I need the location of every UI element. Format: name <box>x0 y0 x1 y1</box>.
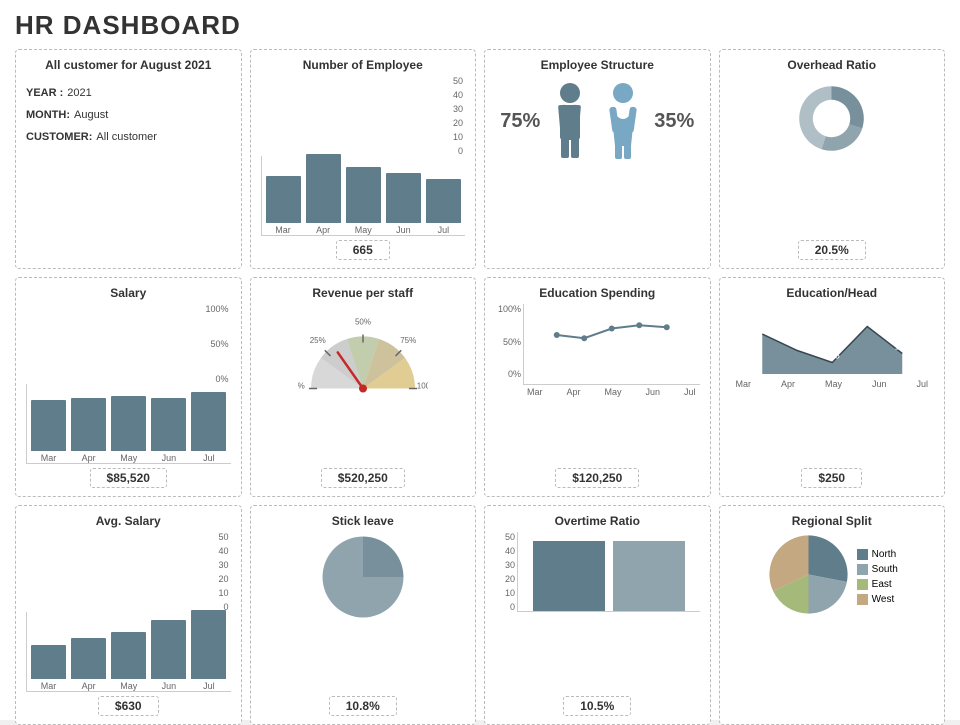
card-title-revenue-per-staff: Revenue per staff <box>312 286 413 300</box>
card-title-overhead-ratio: Overhead Ratio <box>787 58 876 72</box>
employee-structure-visual: 75% 35% <box>495 76 700 166</box>
card-title-education-spending: Education Spending <box>539 286 655 300</box>
card-title-avg-salary: Avg. Salary <box>96 514 161 528</box>
card-value-avg-salary: $630 <box>98 696 159 716</box>
card-stick-leave: Stick leave 10.8% <box>250 505 477 725</box>
card-value-stick-leave: 10.8% <box>329 696 397 716</box>
card-salary: Salary 100%50%0%MarAprMayJunJul $85,520 <box>15 277 242 497</box>
card-title-salary: Salary <box>110 286 146 300</box>
svg-text:75%: 75% <box>400 336 416 345</box>
regional-pie <box>766 532 851 622</box>
card-value-revenue-per-staff: $520,250 <box>321 468 405 488</box>
line-chart: 100%50%0%MarAprMayJunJul <box>495 304 700 397</box>
card-education-head: Education/Head250195155275185MarAprMayJu… <box>719 277 946 497</box>
card-title-employee-structure: Employee Structure <box>541 58 654 72</box>
card-value-salary: $85,520 <box>90 468 167 488</box>
male-pct: 75% <box>500 110 540 133</box>
legend-item: West <box>857 594 898 605</box>
svg-text:25%: 25% <box>309 336 325 345</box>
card-value-overhead-ratio: 20.5% <box>798 240 866 260</box>
card-num-employee: Number of Employee 50403020100MarAprMayJu… <box>250 49 477 269</box>
card-value-education-head: $250 <box>801 468 862 488</box>
card-value-overtime-ratio: 10.5% <box>563 696 631 716</box>
legend-item: East <box>857 579 898 590</box>
donut-chart <box>789 76 874 161</box>
card-title-stick-leave: Stick leave <box>332 514 394 528</box>
bar-chart: 50403020100MarAprMayJunJul <box>261 76 466 236</box>
svg-text:0%: 0% <box>298 382 305 391</box>
pie-legend-container: North South East West <box>730 532 935 622</box>
area-chart: 250195155275185MarAprMayJunJul <box>730 304 935 389</box>
card-title-num-employee: Number of Employee <box>303 58 423 72</box>
svg-text:100%: 100% <box>417 382 428 391</box>
legend-item: South <box>857 564 898 575</box>
card-all-customer: All customer for August 2021 YEAR :2021 … <box>15 49 242 269</box>
card-avg-salary: Avg. Salary 50403020100MarAprMayJunJul $63… <box>15 505 242 725</box>
overtime-chart: 50403020100 <box>495 532 700 612</box>
card-title-overtime-ratio: Overtime Ratio <box>555 514 640 528</box>
card-title-all-customer: All customer for August 2021 <box>45 58 211 72</box>
svg-text:250: 250 <box>754 322 769 332</box>
svg-text:155: 155 <box>824 351 839 361</box>
pie-chart <box>261 532 466 622</box>
card-overhead-ratio: Overhead Ratio 20.5% <box>719 49 946 269</box>
card-value-num-employee: 665 <box>336 240 390 260</box>
pie-legend: North South East West <box>857 549 898 605</box>
card-title-education-head: Education/Head <box>786 286 877 300</box>
dashboard: HR DASHBOARD All customer for August 202… <box>0 0 960 720</box>
card-employee-structure: Employee Structure 75% 35% <box>484 49 711 269</box>
card-regional-split: Regional Split North South East West <box>719 505 946 725</box>
female-pct: 35% <box>654 110 694 133</box>
svg-text:195: 195 <box>789 339 804 349</box>
card-value-education-spending: $120,250 <box>555 468 639 488</box>
svg-text:275: 275 <box>859 315 874 325</box>
bar-chart: 100%50%0%MarAprMayJunJul <box>26 304 231 464</box>
svg-text:50%: 50% <box>355 318 371 327</box>
bar-chart: 50403020100MarAprMayJunJul <box>26 532 231 692</box>
card-education-spending: Education Spending 100%50%0%MarAprMayJunJ… <box>484 277 711 497</box>
dashboard-grid: All customer for August 2021 YEAR :2021 … <box>15 49 945 725</box>
card-overtime-ratio: Overtime Ratio 50403020100 10.5% <box>484 505 711 725</box>
card-revenue-per-staff: Revenue per staff 0% 25% 50% 75% 100% $520,250 <box>250 277 477 497</box>
svg-text:185: 185 <box>894 342 909 352</box>
gauge-chart: 0% 25% 50% 75% 100% <box>261 304 466 402</box>
legend-item: North <box>857 549 898 560</box>
page-title: HR DASHBOARD <box>15 10 945 41</box>
card-title-regional-split: Regional Split <box>792 514 872 528</box>
info-content: YEAR :2021 MONTH:August CUSTOMER:All cus… <box>26 82 231 148</box>
